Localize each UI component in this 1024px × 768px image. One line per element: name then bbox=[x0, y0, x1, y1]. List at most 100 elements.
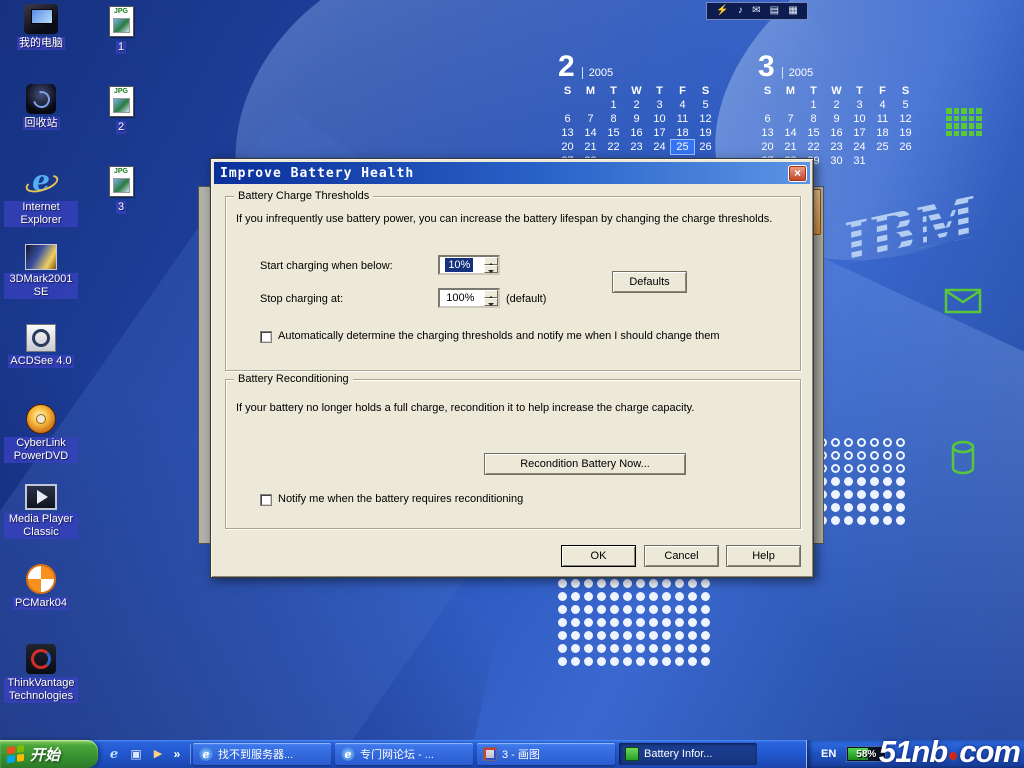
task-button-2[interactable]: e专门网论坛 - ... bbox=[335, 743, 473, 765]
dot bbox=[636, 592, 645, 601]
calendar-weekday: T bbox=[648, 84, 671, 98]
media-player-icon[interactable]: ▶ bbox=[150, 746, 166, 762]
keypad-glyph bbox=[946, 108, 982, 136]
display-icon: ▤ bbox=[770, 6, 779, 16]
task-button-1[interactable]: e找不到服务器... bbox=[193, 743, 331, 765]
auto-determine-row[interactable]: Automatically determine the charging thr… bbox=[260, 330, 719, 343]
stop-threshold-value[interactable]: 100% bbox=[443, 291, 477, 305]
watermark-right: com bbox=[959, 734, 1020, 768]
spin-up-icon[interactable] bbox=[484, 290, 498, 298]
paint-icon bbox=[483, 747, 497, 761]
mail-icon: ✉ bbox=[752, 6, 760, 16]
dot bbox=[701, 618, 710, 627]
desktop-file-column: JPG1JPG2JPG3 bbox=[92, 4, 150, 244]
desktop-icon-acdsee[interactable]: ACDSee 4.0 bbox=[4, 324, 78, 404]
desktop-icon-mpc[interactable]: Media Player Classic bbox=[4, 484, 78, 564]
quick-launch-overflow-icon[interactable]: » bbox=[172, 746, 182, 762]
calendar-month-number: 2 bbox=[558, 52, 575, 82]
desktop-icon-my-computer[interactable]: 我的电脑 bbox=[4, 4, 78, 84]
calendar-month-2: 22005SMTWTFS1234567891011121314151617181… bbox=[556, 52, 717, 168]
cancel-button[interactable]: Cancel bbox=[644, 545, 719, 567]
task-button-4[interactable]: Battery Infor... bbox=[619, 743, 757, 765]
defaults-button[interactable]: Defaults bbox=[612, 271, 687, 293]
dot bbox=[831, 451, 840, 460]
desktop-icon-column: 我的电脑回收站 eInternet Explorer 3DMark2001 SE AC… bbox=[4, 4, 78, 724]
auto-determine-checkbox[interactable] bbox=[260, 331, 272, 343]
battery-reconditioning-group: Battery Reconditioning If your battery n… bbox=[225, 379, 801, 529]
calendar-day: 1 bbox=[802, 98, 825, 112]
auto-determine-label: Automatically determine the charging thr… bbox=[278, 330, 719, 343]
calendar-day: 23 bbox=[825, 140, 848, 154]
dot bbox=[584, 631, 593, 640]
notify-reconditioning-checkbox[interactable] bbox=[260, 494, 272, 506]
dot bbox=[870, 516, 879, 525]
dot bbox=[662, 618, 671, 627]
dot bbox=[636, 631, 645, 640]
desktop-file-3[interactable]: JPG3 bbox=[92, 164, 150, 244]
dot bbox=[584, 618, 593, 627]
recondition-battery-button[interactable]: Recondition Battery Now... bbox=[484, 453, 686, 475]
dot-pattern-bottom bbox=[558, 579, 710, 666]
desktop-icon-powerdvd[interactable]: CyberLink PowerDVD bbox=[4, 404, 78, 484]
dot bbox=[844, 516, 853, 525]
dot bbox=[571, 592, 580, 601]
desktop-file-2[interactable]: JPG2 bbox=[92, 84, 150, 164]
calendar-day: 2 bbox=[825, 98, 848, 112]
calendar-day: 8 bbox=[602, 112, 625, 126]
jpg-page: JPG bbox=[109, 166, 134, 197]
close-icon[interactable]: × bbox=[788, 165, 807, 182]
ok-button[interactable]: OK bbox=[561, 545, 636, 567]
calendar-day: 26 bbox=[694, 140, 717, 154]
dot bbox=[883, 516, 892, 525]
dot bbox=[649, 631, 658, 640]
start-threshold-value[interactable]: 10% bbox=[445, 258, 473, 272]
stop-charging-label: Stop charging at: bbox=[260, 292, 343, 306]
dot bbox=[883, 503, 892, 512]
spin-down-icon[interactable] bbox=[484, 298, 498, 306]
calendar-weekday: S bbox=[694, 84, 717, 98]
calendar-day: 2 bbox=[625, 98, 648, 112]
start-threshold-spinner[interactable]: 10% bbox=[438, 255, 500, 275]
desktop-icon-threedmark[interactable]: 3DMark2001 SE bbox=[4, 244, 78, 324]
dot bbox=[857, 477, 866, 486]
dot bbox=[597, 657, 606, 666]
desktop-file-1[interactable]: JPG1 bbox=[92, 4, 150, 84]
desktop-icon-pcmark[interactable]: PCMark04 bbox=[4, 564, 78, 644]
jpg-page: JPG bbox=[109, 6, 134, 37]
show-desktop-icon[interactable]: ▣ bbox=[128, 746, 144, 762]
dialog-titlebar[interactable]: Improve Battery Health × bbox=[214, 162, 810, 184]
task-button-3[interactable]: 3 - 画图 bbox=[477, 743, 615, 765]
desktop-icon-recycle-bin[interactable]: 回收站 bbox=[4, 84, 78, 164]
language-indicator[interactable]: EN bbox=[821, 748, 836, 760]
spin-up-icon[interactable] bbox=[484, 257, 498, 265]
calendar-day: 7 bbox=[779, 112, 802, 126]
dot bbox=[870, 438, 879, 447]
jpg-page: JPG bbox=[109, 86, 134, 117]
mail-glyph bbox=[944, 288, 982, 314]
internet-explorer-icon[interactable]: e bbox=[106, 746, 122, 762]
dialog-title: Improve Battery Health bbox=[220, 166, 788, 181]
calendar-weekday: S bbox=[556, 84, 579, 98]
icon-label: CyberLink PowerDVD bbox=[4, 437, 78, 463]
stop-threshold-spinner[interactable]: 100% bbox=[438, 288, 500, 308]
calendar-day: 5 bbox=[694, 98, 717, 112]
calendar-day: 9 bbox=[825, 112, 848, 126]
mpc-icon bbox=[25, 484, 57, 510]
start-button[interactable]: 开始 bbox=[0, 740, 98, 768]
dot bbox=[662, 592, 671, 601]
notify-reconditioning-row[interactable]: Notify me when the battery requires reco… bbox=[260, 493, 523, 506]
help-button[interactable]: Help bbox=[726, 545, 801, 567]
icon-label: 回收站 bbox=[23, 117, 60, 130]
task-buttons: e找不到服务器...e专门网论坛 - ...3 - 画图Battery Info… bbox=[191, 743, 759, 765]
icon-label: 3DMark2001 SE bbox=[4, 273, 78, 299]
calendar-grid: SMTWTFS123456789101112131415161718192021… bbox=[756, 84, 917, 168]
desktop-icon-internet-explorer[interactable]: eInternet Explorer bbox=[4, 164, 78, 244]
dot bbox=[896, 490, 905, 499]
calendar-day: 14 bbox=[579, 126, 602, 140]
dot bbox=[675, 631, 684, 640]
spin-down-icon[interactable] bbox=[484, 265, 498, 273]
dot bbox=[831, 464, 840, 473]
dot bbox=[623, 579, 632, 588]
svg-text:IBM: IBM bbox=[835, 184, 985, 278]
desktop-icon-thinkvantage[interactable]: ThinkVantage Technologies bbox=[4, 644, 78, 724]
